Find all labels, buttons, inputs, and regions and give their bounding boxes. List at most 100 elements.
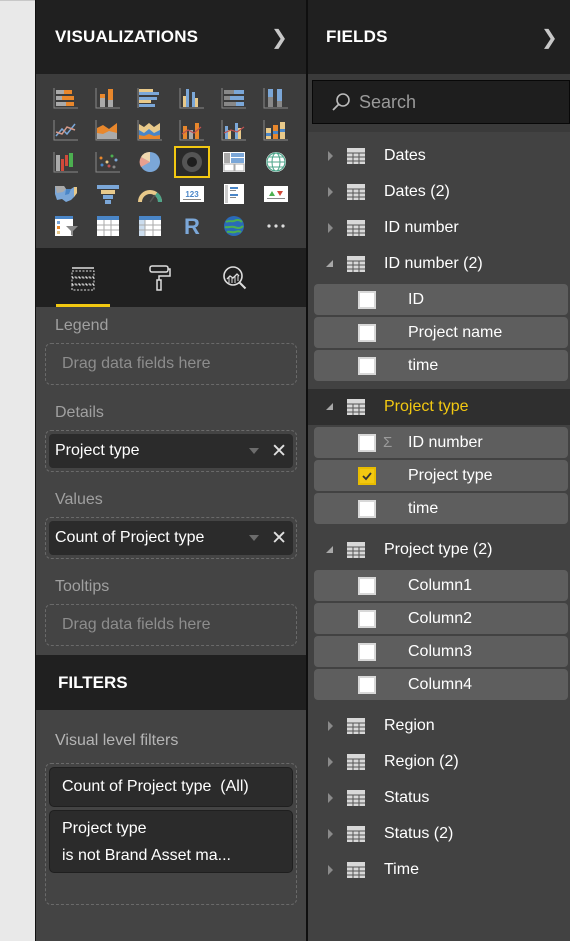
checkbox[interactable] (358, 356, 376, 375)
filter-card[interactable]: Project type is not Brand Asset ma... (49, 810, 293, 873)
table-row[interactable]: Project type (308, 389, 570, 425)
table-icon (347, 256, 365, 272)
table-row[interactable]: ID number (308, 210, 570, 246)
table-row[interactable]: Project type (2) (308, 532, 570, 568)
checkbox[interactable] (358, 642, 376, 661)
filled-map-icon[interactable] (50, 180, 82, 208)
format-tab[interactable] (132, 248, 186, 307)
collapse-triangle-icon[interactable] (324, 544, 336, 556)
treemap-icon[interactable] (218, 148, 250, 176)
checkbox-checked[interactable] (358, 466, 376, 485)
field-item[interactable]: time (314, 493, 568, 524)
field-item[interactable]: Column2 (314, 603, 568, 634)
multi-row-card-icon[interactable] (218, 180, 250, 208)
expand-triangle-icon[interactable] (324, 864, 336, 876)
donut-chart-icon[interactable] (174, 146, 210, 178)
details-label: Details (55, 404, 104, 421)
scatter-chart-icon[interactable] (92, 148, 124, 176)
pie-chart-icon[interactable] (134, 148, 166, 176)
expand-triangle-icon[interactable] (324, 756, 336, 768)
filter-card-condition: is not Brand Asset ma... (62, 846, 231, 864)
chevron-right-icon[interactable]: ❯ (271, 25, 288, 50)
field-item[interactable]: Project name (314, 317, 568, 348)
stacked-column-chart-icon[interactable] (92, 84, 124, 112)
card-icon[interactable]: 123 (176, 180, 208, 208)
field-item[interactable]: time (314, 350, 568, 381)
checkbox[interactable] (358, 323, 376, 342)
ribbon-chart-icon[interactable] (260, 116, 292, 144)
table-row[interactable]: Status (2) (308, 816, 570, 852)
clustered-bar-chart-icon[interactable] (134, 84, 166, 112)
field-item[interactable]: Column1 (314, 570, 568, 601)
legend-drop-zone[interactable]: Drag data fields here (45, 343, 297, 385)
search-input[interactable] (359, 91, 539, 113)
field-item[interactable]: Project type (314, 460, 568, 491)
svg-text:123: 123 (185, 190, 199, 199)
table-row[interactable]: Dates (308, 138, 570, 174)
map-icon[interactable] (260, 148, 292, 176)
checkbox[interactable] (358, 675, 376, 694)
100-percent-stacked-bar-chart-icon[interactable] (218, 84, 250, 112)
table-icon[interactable] (92, 212, 124, 240)
legend-label: Legend (55, 317, 109, 334)
slicer-icon[interactable] (50, 212, 82, 240)
values-field-pill[interactable]: Count of Project type ✕ (49, 521, 293, 555)
more-visuals-icon[interactable] (260, 212, 292, 240)
100-percent-stacked-column-chart-icon[interactable] (260, 84, 292, 112)
table-row[interactable]: ID number (2) (308, 246, 570, 282)
table-row[interactable]: Dates (2) (308, 174, 570, 210)
collapse-triangle-icon[interactable] (324, 258, 336, 270)
checkbox[interactable] (358, 499, 376, 518)
checkbox[interactable] (358, 609, 376, 628)
line-and-clustered-column-chart-icon[interactable] (218, 116, 250, 144)
funnel-icon[interactable] (92, 180, 124, 208)
expand-triangle-icon[interactable] (324, 792, 336, 804)
checkbox[interactable] (358, 290, 376, 309)
dropdown-caret-icon[interactable] (249, 535, 260, 541)
field-item[interactable]: Σ ID number (314, 427, 568, 458)
fields-tab[interactable] (56, 248, 110, 307)
clustered-column-chart-icon[interactable] (176, 84, 208, 112)
field-name: Project type (408, 466, 493, 484)
line-and-stacked-column-chart-icon[interactable] (176, 116, 208, 144)
arcgis-map-icon[interactable] (218, 212, 250, 240)
field-item[interactable]: ID (314, 284, 568, 315)
stacked-area-chart-icon[interactable] (134, 116, 166, 144)
analytics-magnifier-icon (223, 265, 247, 289)
collapse-triangle-icon[interactable] (324, 401, 336, 413)
table-row[interactable]: Time (308, 852, 570, 888)
field-item[interactable]: Column3 (314, 636, 568, 667)
gauge-icon[interactable] (134, 180, 166, 208)
analytics-tab[interactable] (208, 248, 262, 307)
matrix-icon[interactable] (134, 212, 166, 240)
search-box[interactable] (312, 80, 570, 124)
table-row[interactable]: Status (308, 780, 570, 816)
line-chart-icon[interactable] (50, 116, 82, 144)
remove-field-icon[interactable]: ✕ (271, 442, 287, 461)
stacked-bar-chart-icon[interactable] (50, 84, 82, 112)
expand-triangle-icon[interactable] (324, 720, 336, 732)
kpi-icon[interactable] (260, 180, 292, 208)
table-row[interactable]: Region (2) (308, 744, 570, 780)
visual-level-filters-zone[interactable]: Count of Project type (All) Project type… (45, 763, 297, 905)
details-well: Project type ✕ (45, 430, 297, 472)
dropdown-caret-icon[interactable] (249, 448, 260, 454)
expand-triangle-icon[interactable] (324, 150, 336, 162)
checkbox[interactable] (358, 576, 376, 595)
field-item[interactable]: Column4 (314, 669, 568, 700)
paint-roller-icon (149, 264, 171, 291)
expand-triangle-icon[interactable] (324, 186, 336, 198)
expand-triangle-icon[interactable] (324, 828, 336, 840)
remove-field-icon[interactable]: ✕ (271, 529, 287, 548)
table-row[interactable]: Region (308, 708, 570, 744)
filter-card[interactable]: Count of Project type (All) (49, 767, 293, 807)
area-chart-icon[interactable] (92, 116, 124, 144)
expand-triangle-icon[interactable] (324, 222, 336, 234)
r-script-visual-icon[interactable]: R (176, 212, 208, 240)
table-icon (347, 862, 365, 878)
chevron-right-icon[interactable]: ❯ (541, 25, 558, 50)
tooltips-drop-zone[interactable]: Drag data fields here (45, 604, 297, 646)
waterfall-chart-icon[interactable] (50, 148, 82, 176)
checkbox[interactable] (358, 433, 376, 452)
details-field-pill[interactable]: Project type ✕ (49, 434, 293, 468)
